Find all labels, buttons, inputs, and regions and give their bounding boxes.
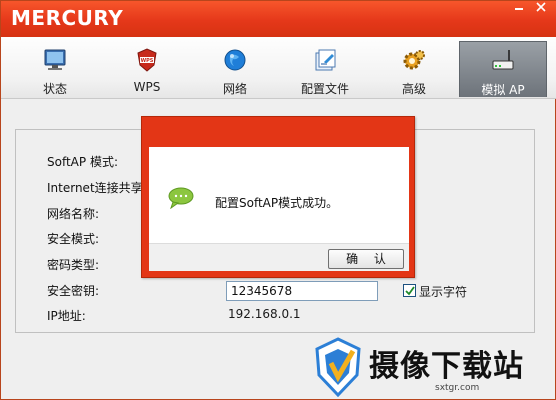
tab-label: WPS	[133, 80, 161, 94]
network-globe-icon	[222, 47, 248, 73]
security-key-input[interactable]	[226, 281, 378, 301]
security-mode-label: 安全模式:	[47, 232, 100, 246]
tab-config-files[interactable]: 配置文件	[292, 41, 358, 97]
tab-label: 网络	[222, 82, 247, 96]
config-file-icon	[312, 47, 338, 73]
show-chars-checkbox[interactable]	[403, 284, 416, 297]
tab-network[interactable]: 网络	[205, 41, 265, 97]
watermark-title: 摄像下载站	[369, 349, 524, 384]
checkmark-icon	[405, 286, 415, 296]
ip-address-label: IP地址:	[47, 309, 86, 323]
tab-label: 状态	[42, 82, 67, 96]
tab-label: 高级	[401, 82, 426, 96]
ip-address-value: 192.168.0.1	[228, 307, 301, 321]
minimize-icon[interactable]	[509, 1, 529, 17]
router-icon	[490, 48, 516, 74]
tab-status[interactable]: 状态	[25, 41, 85, 97]
password-type-label: 密码类型:	[47, 258, 100, 272]
tab-label: 配置文件	[300, 82, 349, 96]
softap-mode-label: SoftAP 模式:	[47, 155, 118, 169]
tab-advanced[interactable]: 高级	[384, 41, 444, 97]
brand-logo: MERCURY	[11, 6, 124, 30]
tab-soft-ap[interactable]: 模拟 AP	[459, 41, 547, 97]
title-bar[interactable]: MERCURY	[1, 1, 556, 37]
internet-sharing-label: Internet连接共享:	[47, 181, 147, 195]
dialog-message: 配置SoftAP模式成功。	[215, 196, 339, 210]
tab-label: 模拟 AP	[481, 83, 525, 97]
security-key-label: 安全密钥:	[47, 284, 100, 298]
ok-button[interactable]: 确 认	[328, 249, 404, 269]
close-icon[interactable]	[531, 1, 551, 17]
chat-bubble-icon	[167, 187, 195, 210]
app-window: MERCURY 状态 WPS WPS 网络 配置文件 高级 模拟 AP Soft…	[0, 0, 556, 400]
shield-logo-icon	[313, 337, 363, 400]
network-name-label: 网络名称:	[47, 207, 100, 221]
monitor-status-icon	[42, 47, 68, 73]
show-chars-label: 显示字符	[419, 285, 468, 299]
watermark-domain: sxtgr.com	[435, 383, 480, 393]
tab-wps[interactable]: WPS WPS	[117, 41, 177, 97]
toolbar: 状态 WPS WPS 网络 配置文件 高级 模拟 AP	[1, 37, 556, 99]
watermark: 摄像下载站 sxtgr.com	[313, 337, 553, 400]
gear-icon	[401, 47, 427, 73]
wps-shield-icon: WPS	[134, 47, 160, 73]
svg-text:WPS: WPS	[141, 58, 154, 64]
